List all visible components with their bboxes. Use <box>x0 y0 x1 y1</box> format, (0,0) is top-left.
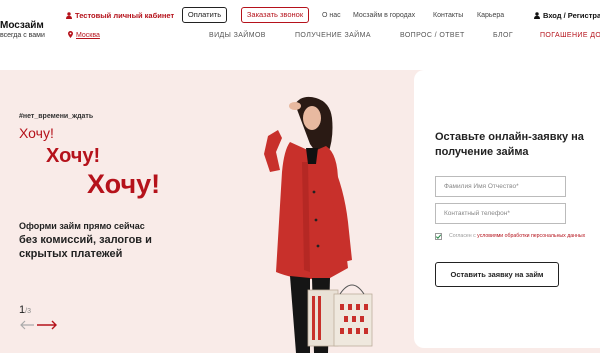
arrow-left-icon[interactable] <box>19 318 35 332</box>
hero-offer-line: Оформи займ прямо сейчас <box>19 221 145 231</box>
slide-counter: 1/3 <box>19 304 31 318</box>
user-icon <box>534 12 540 19</box>
nav-link-about[interactable]: О нас <box>322 11 341 20</box>
phone-field[interactable] <box>435 203 566 224</box>
city-label: Москва <box>76 32 100 39</box>
hero-want-small: Хочу! <box>19 125 54 141</box>
nav-loan-types[interactable]: ВИДЫ ЗАЙМОВ <box>209 31 266 40</box>
nav-get-loan[interactable]: ПОЛУЧЕНИЕ ЗАЙМА <box>295 31 371 40</box>
nav-blog[interactable]: БЛОГ <box>493 31 513 40</box>
logo-title[interactable]: Мосзайм <box>0 21 44 31</box>
slide-total: /3 <box>25 308 31 315</box>
hero-offer-bold: без комиссий, залогов и скрытых платежей <box>19 234 152 260</box>
nav-link-cities[interactable]: Мосзайм в городах <box>353 11 415 20</box>
login-link[interactable]: Вход / Регистра <box>534 11 600 20</box>
pay-button[interactable]: Оплатить <box>182 7 227 23</box>
login-label: Вход / Регистра <box>543 11 600 20</box>
hero-woman-image <box>264 96 373 353</box>
nav-link-career[interactable]: Карьера <box>477 11 504 20</box>
full-name-field[interactable] <box>435 176 566 197</box>
map-pin-icon <box>68 31 73 38</box>
arrow-right-icon[interactable] <box>36 318 58 332</box>
logo-subtitle: всегда с вами <box>0 32 45 39</box>
nav-faq[interactable]: ВОПРОС / ОТВЕТ <box>400 31 465 40</box>
hero-want-large: Хочу! <box>87 169 161 199</box>
consent-prefix: Согласен с <box>449 233 478 239</box>
check-icon <box>435 234 442 240</box>
consent-text: Согласен с условиями обработки персональ… <box>449 233 597 240</box>
test-cabinet-label: Тестовый личный кабинет <box>75 11 175 20</box>
request-call-button[interactable]: Заказать звонок <box>241 7 309 23</box>
submit-loan-request-button[interactable]: Оставить заявку на займ <box>435 262 559 287</box>
test-cabinet-link[interactable]: Тестовый личный кабинет <box>66 11 174 20</box>
nav-link-contacts[interactable]: Контакты <box>433 11 463 20</box>
site-header: Мосзайм всегда с вами Тестовый личный ка… <box>0 0 600 50</box>
user-icon <box>66 12 72 19</box>
consent-link[interactable]: условиями обработки персональных данных <box>477 233 585 239</box>
city-selector[interactable]: Москва <box>68 31 100 40</box>
hero-want-medium: Хочу! <box>46 145 101 167</box>
form-title: Оставьте онлайн-заявку на получение займ… <box>435 131 584 158</box>
consent-checkbox[interactable] <box>435 233 442 240</box>
nav-repayment[interactable]: ПОГАШЕНИЕ ДО <box>540 31 600 40</box>
hero-hashtag: #нет_времени_ждать <box>19 113 94 120</box>
